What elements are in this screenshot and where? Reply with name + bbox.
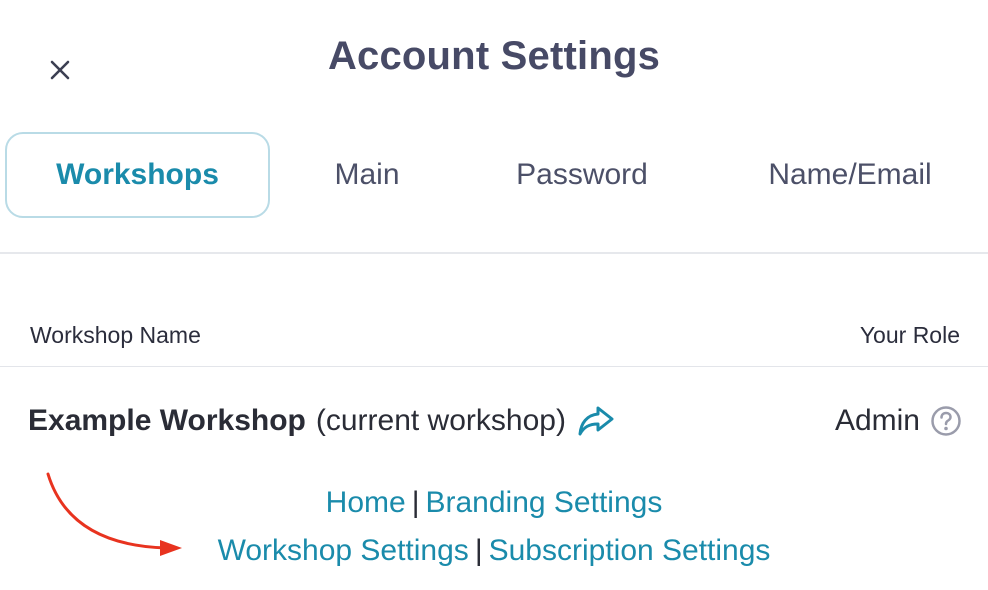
tab-main[interactable]: Main: [300, 132, 434, 218]
current-workshop-label: (current workshop): [315, 404, 566, 437]
role-cell: Admin: [835, 404, 962, 438]
subscription-settings-link[interactable]: Subscription Settings: [489, 534, 771, 567]
tabs-divider: [0, 252, 988, 254]
home-link[interactable]: Home: [326, 486, 406, 519]
branding-settings-link[interactable]: Branding Settings: [426, 486, 663, 519]
workshop-settings-link[interactable]: Workshop Settings: [218, 534, 469, 567]
role-value: Admin: [834, 404, 920, 437]
link-separator: |: [474, 534, 483, 567]
settings-tabs: Workshops Main Password Name/Email: [0, 132, 988, 220]
page-title: Account Settings: [327, 34, 661, 78]
tab-password[interactable]: Password: [482, 132, 682, 218]
tab-name-email[interactable]: Name/Email: [740, 132, 960, 218]
workshop-links-line-1: Home | Branding Settings: [0, 486, 988, 520]
table-row: Example Workshop (current workshop): [28, 404, 616, 438]
help-icon[interactable]: [930, 405, 962, 437]
column-header-workshop-name: Workshop Name: [30, 322, 201, 348]
link-separator: |: [411, 486, 420, 519]
column-header-your-role: Your Role: [859, 322, 960, 348]
tab-workshops[interactable]: Workshops: [5, 132, 270, 218]
share-icon[interactable]: [576, 404, 616, 438]
account-settings-modal: Account Settings Workshops Main Password…: [0, 0, 988, 590]
workshop-links-line-2: Workshop Settings | Subscription Settings: [0, 534, 988, 568]
workshop-name: Example Workshop: [28, 404, 306, 437]
header-divider: [0, 366, 988, 367]
